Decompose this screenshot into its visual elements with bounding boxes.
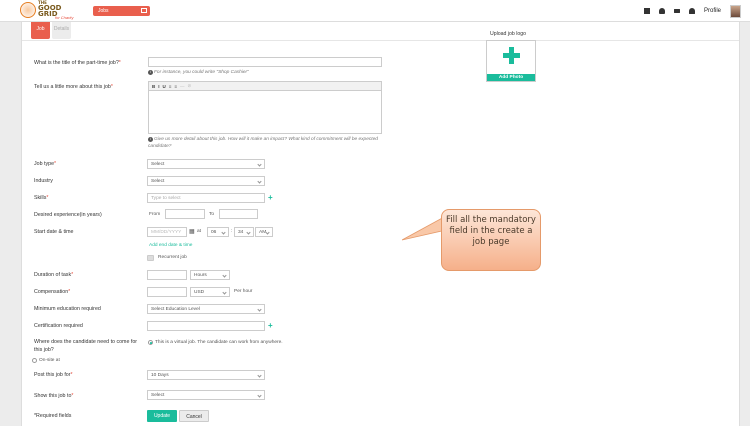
- mail-icon[interactable]: [673, 8, 680, 14]
- chevron-down-icon: [257, 372, 262, 378]
- menu-icon: [141, 8, 147, 13]
- start-date-label: Start date & time: [34, 229, 74, 235]
- add-skill-icon[interactable]: +: [268, 194, 273, 202]
- jobs-menu-label: Jobs: [98, 8, 109, 14]
- bell-icon[interactable]: [688, 8, 695, 14]
- at-label: at: [197, 229, 202, 234]
- industry-label: Industry: [34, 178, 53, 184]
- instruction-callout: Fill all the mandatory field in the crea…: [441, 209, 541, 271]
- job-type-label: Job type*: [34, 161, 57, 167]
- chevron-down-icon: [221, 229, 226, 235]
- post-for-label: Post this job for*: [34, 372, 73, 378]
- description-hint: i Give us more detail about this job. How…: [148, 137, 378, 149]
- users-icon[interactable]: [658, 8, 665, 14]
- bullet-list-icon[interactable]: ≡: [169, 84, 172, 89]
- required-fields-note: *Required fields: [34, 413, 72, 419]
- info-icon: i: [148, 70, 153, 75]
- add-photo-button[interactable]: Add Photo: [487, 74, 535, 81]
- experience-label: Desired experience(in years): [34, 212, 102, 218]
- clear-format-icon[interactable]: ⊘: [188, 83, 192, 89]
- tab-divider: [22, 40, 739, 41]
- recurrent-label: Recurrent job: [158, 255, 187, 260]
- job-title-input[interactable]: [148, 57, 382, 67]
- chevron-down-icon: [257, 392, 262, 398]
- experience-to-label: To: [209, 212, 215, 217]
- numbered-list-icon[interactable]: ≡: [174, 84, 177, 89]
- top-navbar: THE GOOD GRID for Charity Jobs Profile: [0, 0, 750, 22]
- education-label: Minimum education required: [34, 306, 101, 312]
- apps-grid-icon[interactable]: [644, 8, 650, 14]
- virtual-radio[interactable]: [148, 340, 153, 345]
- tab-details[interactable]: Details: [52, 22, 71, 39]
- italic-icon[interactable]: I: [158, 84, 159, 89]
- start-ampm-select[interactable]: AM: [255, 227, 273, 237]
- time-separator: :: [231, 229, 233, 234]
- education-select[interactable]: Select Education Level: [147, 304, 265, 314]
- job-title-label: What is the title of the part-time job?*: [34, 60, 121, 66]
- plus-icon: [503, 47, 520, 64]
- recurrent-toggle[interactable]: [147, 255, 154, 261]
- onsite-radio[interactable]: [32, 358, 37, 363]
- chevron-down-icon: [222, 272, 227, 278]
- skills-input[interactable]: Type to select: [147, 193, 265, 203]
- onsite-option-label: On-site at: [39, 358, 60, 363]
- upload-logo-box[interactable]: Add Photo: [486, 40, 536, 82]
- show-to-select[interactable]: Select: [147, 390, 265, 400]
- experience-from-input[interactable]: [165, 209, 205, 219]
- description-editor[interactable]: B I U ≡ ≡ — ⊘: [148, 81, 382, 134]
- experience-to-input[interactable]: [219, 209, 258, 219]
- hr-icon[interactable]: —: [180, 84, 185, 89]
- tab-job[interactable]: Job: [31, 22, 50, 39]
- add-certification-icon[interactable]: +: [268, 322, 273, 330]
- avatar[interactable]: [730, 4, 741, 18]
- cancel-button[interactable]: Cancel: [179, 410, 209, 422]
- certification-input[interactable]: [147, 321, 265, 331]
- underline-icon[interactable]: U: [163, 84, 166, 89]
- description-label: Tell us a little more about this job*: [34, 84, 113, 90]
- chevron-down-icon: [246, 229, 251, 235]
- chevron-down-icon: [265, 229, 270, 235]
- job-type-select[interactable]: Select: [147, 159, 265, 169]
- bold-icon[interactable]: B: [152, 84, 155, 89]
- form-tabs: Job Details: [31, 22, 71, 39]
- compensation-input[interactable]: [147, 287, 187, 297]
- duration-label: Duration of task*: [34, 272, 74, 278]
- show-to-label: Show this job to*: [34, 393, 74, 399]
- post-duration-select[interactable]: 10 Days: [147, 370, 265, 380]
- job-form-panel: Job Details What is the title of the par…: [21, 22, 740, 426]
- editor-toolbar: B I U ≡ ≡ — ⊘: [149, 82, 381, 91]
- chevron-down-icon: [222, 289, 227, 295]
- job-title-hint: i For instance, you could write "Shop Cas…: [148, 70, 249, 75]
- jobs-menu-button[interactable]: Jobs: [93, 6, 150, 16]
- add-end-date-link[interactable]: Add end date & time: [149, 243, 192, 248]
- profile-link[interactable]: Profile: [704, 8, 721, 14]
- duration-input[interactable]: [147, 270, 187, 280]
- experience-from-label: From: [149, 212, 161, 217]
- per-hour-label: Per hour: [234, 289, 253, 294]
- location-label: Where does the candidate need to come fo…: [34, 339, 138, 353]
- start-date-input[interactable]: MM/DD/YYYY: [147, 227, 187, 237]
- start-minute-select[interactable]: 34: [234, 227, 254, 237]
- brand-tagline: for Charity: [55, 15, 74, 20]
- currency-select[interactable]: USD: [190, 287, 230, 297]
- nav-icons: Profile: [644, 4, 741, 18]
- info-icon: i: [148, 137, 153, 142]
- chevron-down-icon: [257, 161, 262, 167]
- chevron-down-icon: [257, 306, 262, 312]
- start-hour-select[interactable]: 06: [207, 227, 229, 237]
- certification-label: Certification required: [34, 323, 83, 329]
- skills-label: Skills*: [34, 195, 49, 201]
- duration-unit-select[interactable]: Hours: [190, 270, 230, 280]
- calendar-icon[interactable]: ▦: [189, 228, 195, 235]
- update-button[interactable]: Update: [147, 410, 177, 422]
- industry-select[interactable]: Select: [147, 176, 265, 186]
- virtual-option-label: This is a virtual job. The candidate can…: [155, 340, 283, 345]
- chevron-down-icon: [257, 178, 262, 184]
- brand-logo-icon[interactable]: [20, 2, 36, 18]
- upload-logo-title: Upload job logo: [490, 31, 527, 37]
- compensation-label: Compensation*: [34, 289, 71, 295]
